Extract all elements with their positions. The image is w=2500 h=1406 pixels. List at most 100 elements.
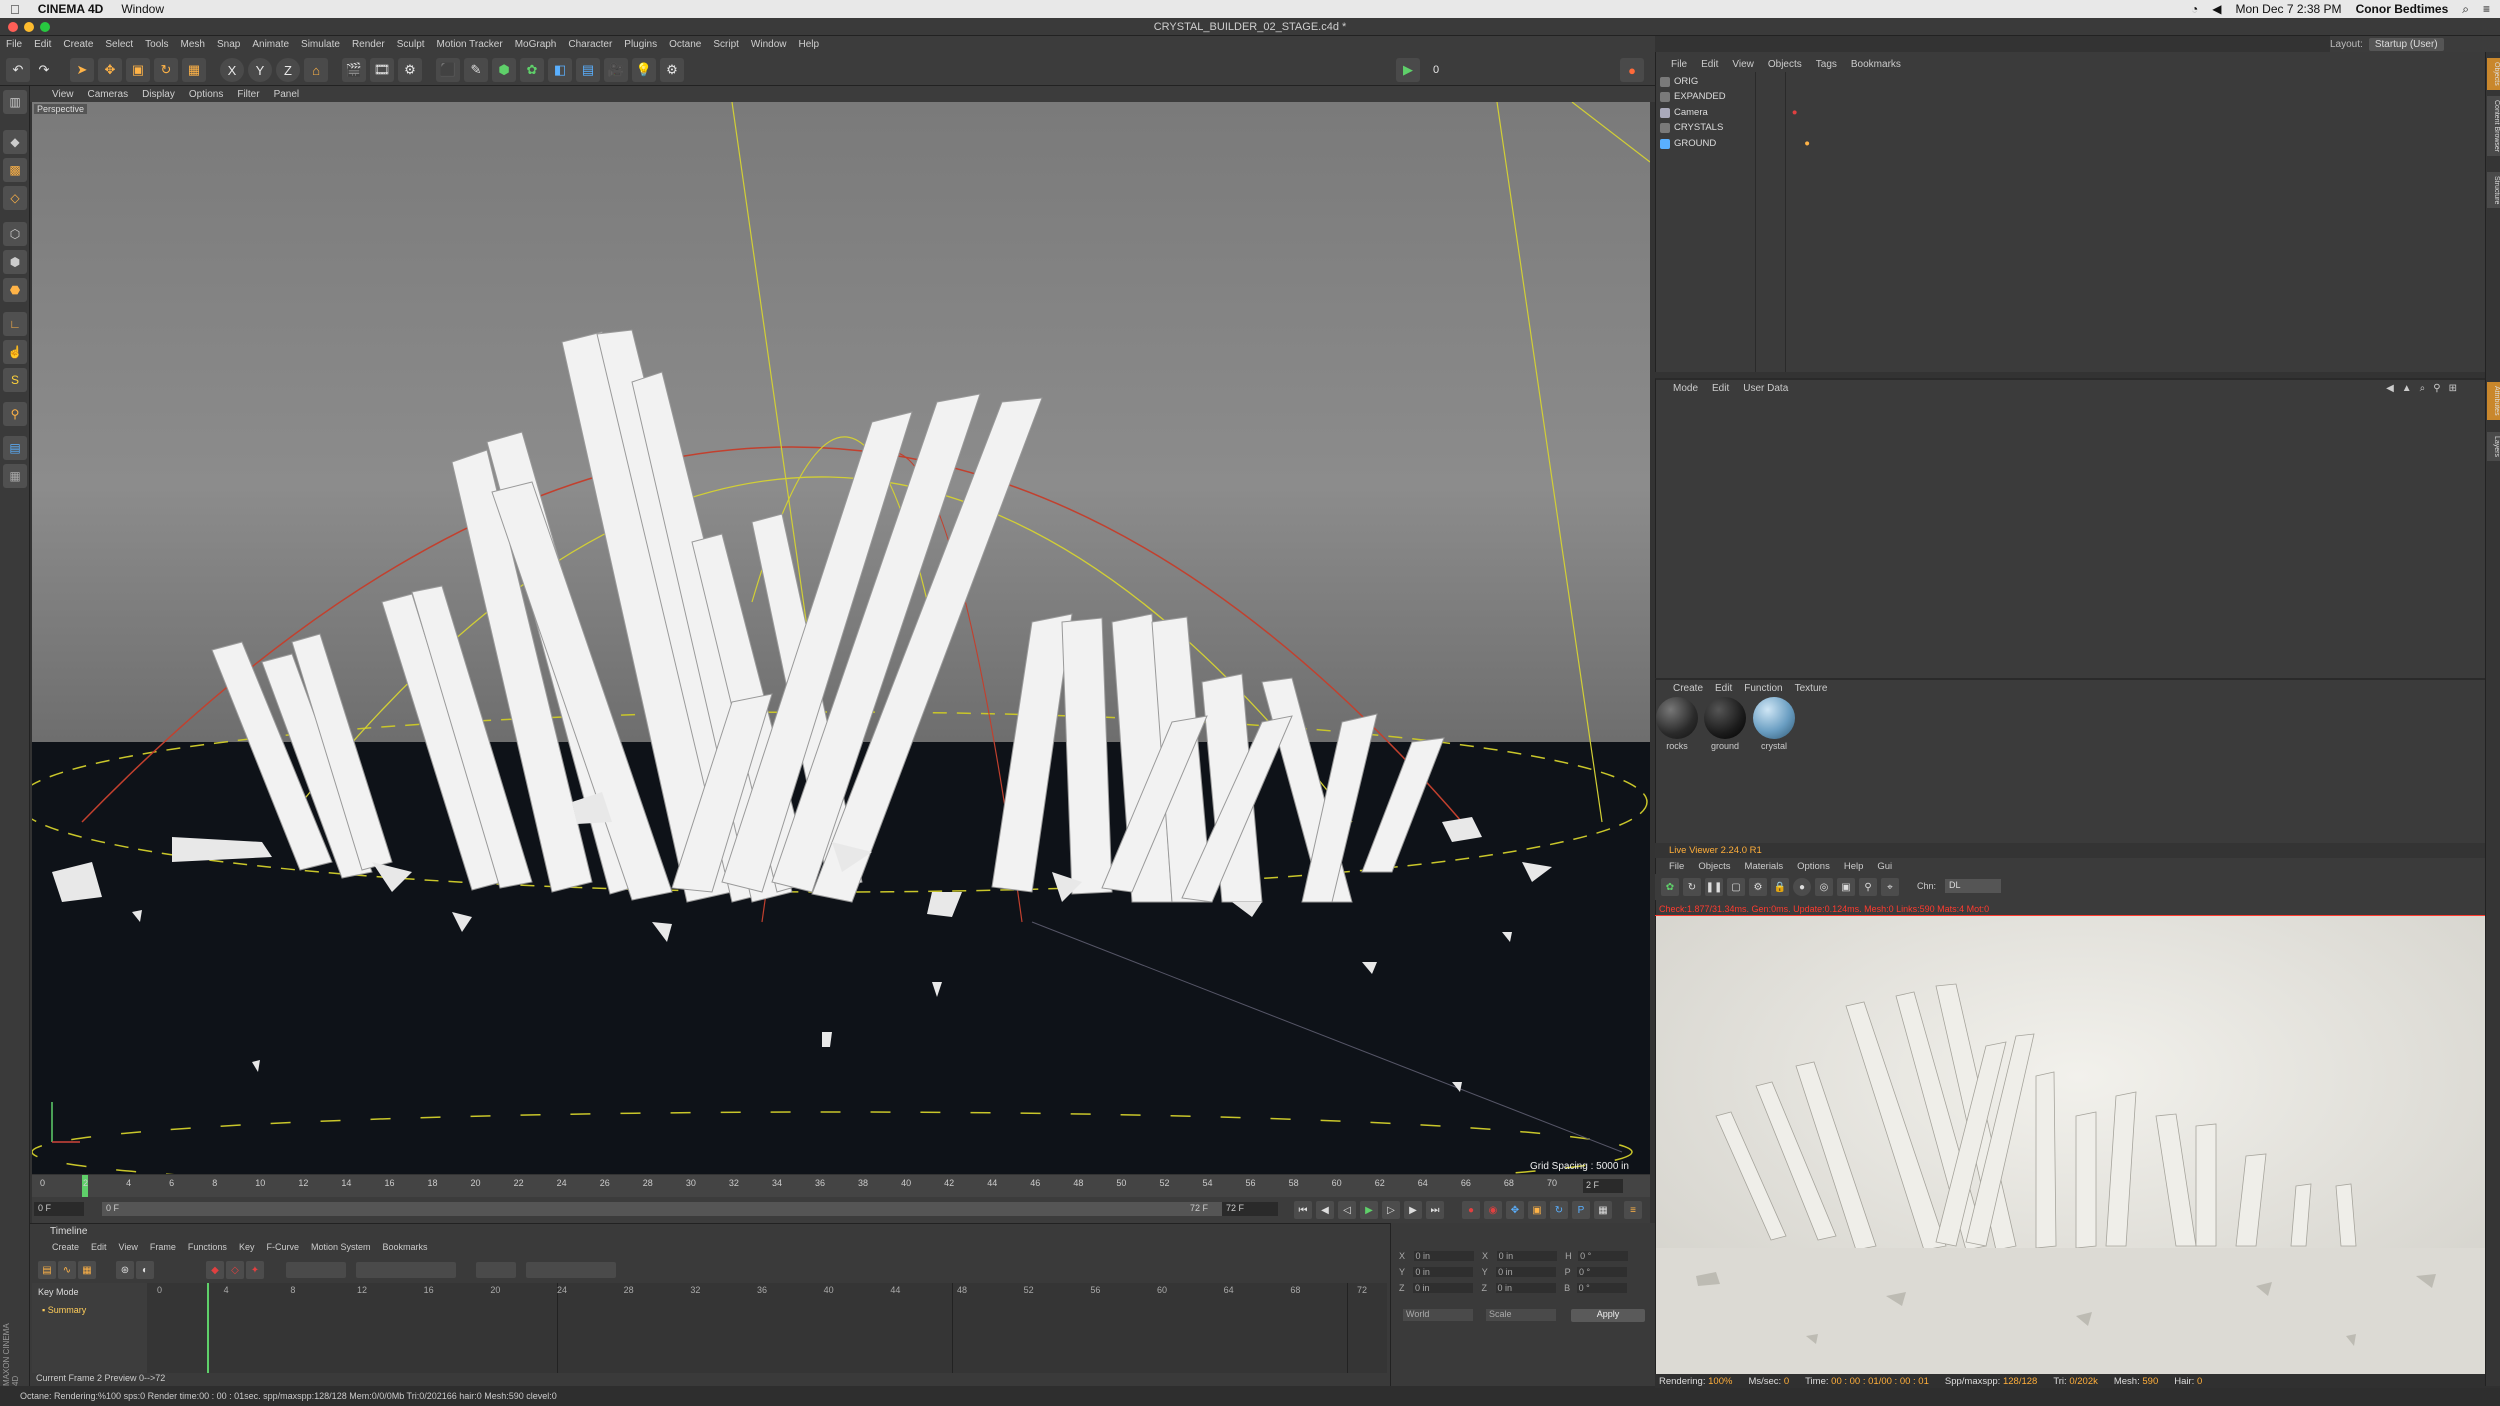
channel-dropdown[interactable]: DL	[1945, 879, 2001, 893]
mat-menu-create[interactable]: Create	[1673, 683, 1703, 694]
edges-mode-icon[interactable]: ⬢	[3, 250, 27, 274]
menu-create[interactable]: Create	[63, 39, 93, 50]
next-frame-icon[interactable]: ▷	[1382, 1201, 1400, 1219]
apply-button[interactable]: Apply	[1571, 1309, 1645, 1322]
coord-space-dropdown[interactable]: World	[1403, 1309, 1473, 1321]
previous-frame-icon[interactable]: ◁	[1338, 1201, 1356, 1219]
viewport-menu-options[interactable]: Options	[189, 89, 223, 100]
texture-mode-icon[interactable]: ▩	[3, 158, 27, 182]
app-menu[interactable]: CINEMA 4D	[38, 2, 104, 16]
current-frame-field[interactable]: 0 F	[34, 1202, 84, 1216]
menu-edit[interactable]: Edit	[34, 39, 51, 50]
deformer-icon[interactable]: ◧	[548, 58, 572, 82]
octane-live-viewer-icon[interactable]: ▶	[1396, 58, 1420, 82]
keyframe-selection-icon[interactable]: ✥	[1506, 1201, 1524, 1219]
size-x-field[interactable]: 0 in	[1496, 1251, 1557, 1261]
timeline-menu-functions[interactable]: Functions	[188, 1242, 227, 1252]
previous-key-icon[interactable]: ◀	[1316, 1201, 1334, 1219]
om-menu-tags[interactable]: Tags	[1816, 59, 1837, 70]
render-settings-icon[interactable]: ⚙	[398, 58, 422, 82]
link-view-icon[interactable]: ⊛	[116, 1261, 134, 1279]
menu-mesh[interactable]: Mesh	[181, 39, 205, 50]
fcurve-mode-icon[interactable]: ∿	[58, 1261, 76, 1279]
menu-tools[interactable]: Tools	[145, 39, 168, 50]
octane-settings-icon[interactable]: ⚙	[660, 58, 684, 82]
snap-keys-group[interactable]	[476, 1262, 516, 1278]
timeline-menu-fcurve[interactable]: F-Curve	[266, 1242, 299, 1252]
material-rocks[interactable]: rocks	[1655, 697, 1699, 753]
tab-attributes[interactable]: Attributes	[2487, 382, 2500, 420]
lv-restart-icon[interactable]: ↻	[1683, 878, 1701, 896]
timeline-key-area[interactable]: 0 4 8 12 16 20 24 28 32 36 40 44 48 52 56 60 64 68 72	[147, 1283, 1387, 1373]
axis-mode-icon[interactable]: ∟	[3, 312, 27, 336]
menu-mograph[interactable]: MoGraph	[515, 39, 557, 50]
attr-menu-user-data[interactable]: User Data	[1743, 383, 1788, 394]
clock[interactable]: Mon Dec 7 2:38 PM	[2236, 2, 2342, 16]
menu-octane[interactable]: Octane	[669, 39, 701, 50]
motion-mode-icon[interactable]: ▦	[78, 1261, 96, 1279]
minimize-window-button[interactable]	[24, 22, 34, 32]
render-active-icon[interactable]: ●	[1620, 58, 1644, 82]
spline-preset-group[interactable]	[286, 1262, 346, 1278]
planar-workplane-icon[interactable]: ▤	[3, 436, 27, 460]
layout-dropdown[interactable]: Startup (User)	[2368, 37, 2444, 51]
om-menu-objects[interactable]: Objects	[1768, 59, 1802, 70]
lv-pause-icon[interactable]: ❚❚	[1705, 878, 1723, 896]
material-ground[interactable]: ground	[1703, 697, 1747, 753]
frame-ruler[interactable]: 0 2 4 6 8 10 12 14 16 18 20 22 24 26 28 30 32 34 36 38 40 42 4…	[32, 1175, 1650, 1197]
3d-viewport[interactable]	[32, 102, 1650, 1174]
om-menu-edit[interactable]: Edit	[1701, 59, 1718, 70]
coordinate-system-icon[interactable]: ⌂	[304, 58, 328, 82]
viewport-menu-view[interactable]: View	[52, 89, 74, 100]
cloner-icon[interactable]: ✿	[520, 58, 544, 82]
live-selection-icon[interactable]: ➤	[70, 58, 94, 82]
lv-menu-file[interactable]: File	[1669, 861, 1684, 872]
object-row-orig[interactable]: ORIG	[1660, 74, 1860, 89]
mat-menu-texture[interactable]: Texture	[1795, 683, 1828, 694]
object-row-crystals[interactable]: CRYSTALS	[1660, 120, 1860, 135]
menu-select[interactable]: Select	[105, 39, 133, 50]
key-position-icon[interactable]: ▣	[1528, 1201, 1546, 1219]
menu-animate[interactable]: Animate	[252, 39, 289, 50]
x-axis-toggle[interactable]: X	[220, 58, 244, 82]
undo-icon[interactable]: ↶	[6, 58, 30, 82]
move-icon[interactable]: ✥	[98, 58, 122, 82]
timeline-menu-frame[interactable]: Frame	[150, 1242, 176, 1252]
timeline-menu-view[interactable]: View	[119, 1242, 138, 1252]
play-icon[interactable]: ▶	[1360, 1201, 1378, 1219]
cube-icon[interactable]: ⬛	[436, 58, 460, 82]
apple-icon[interactable]: 	[10, 2, 20, 17]
preview-range-slider[interactable]: 0 F	[102, 1202, 1222, 1216]
lv-save-icon[interactable]: ▣	[1837, 878, 1855, 896]
close-window-button[interactable]	[8, 22, 18, 32]
lv-settings-icon[interactable]: ⚙	[1749, 878, 1767, 896]
key-break-icon[interactable]: ✦	[246, 1261, 264, 1279]
frame-badge[interactable]: 0	[1424, 58, 1448, 82]
render-picture-viewer-icon[interactable]: 🎞	[370, 58, 394, 82]
key-rotation-icon[interactable]: ↻	[1550, 1201, 1568, 1219]
menu-character[interactable]: Character	[568, 39, 612, 50]
lv-lock-icon[interactable]: 🔒	[1771, 878, 1789, 896]
object-row-ground[interactable]: GROUND ●	[1660, 136, 1860, 151]
lv-menu-help[interactable]: Help	[1844, 861, 1864, 872]
menu-motion-tracker[interactable]: Motion Tracker	[437, 39, 503, 50]
redo-icon[interactable]: ↷	[32, 58, 56, 82]
rot-p-field[interactable]: 0 °	[1576, 1267, 1627, 1277]
om-menu-file[interactable]: File	[1671, 59, 1687, 70]
lv-pick-icon[interactable]: ⚲	[1859, 878, 1877, 896]
record-icon[interactable]: ●	[1462, 1201, 1480, 1219]
scheme-menu-icon[interactable]: ≡	[1624, 1201, 1642, 1219]
key-tangent-icon[interactable]: ◇	[226, 1261, 244, 1279]
coord-mode-dropdown[interactable]: Scale	[1486, 1309, 1556, 1321]
z-axis-toggle[interactable]: Z	[276, 58, 300, 82]
preview-end-field[interactable]: 72 F	[1152, 1202, 1212, 1216]
camera-icon[interactable]: 🎥	[604, 58, 628, 82]
size-z-field[interactable]: 0 in	[1495, 1283, 1556, 1293]
show-all-icon[interactable]: ◐	[136, 1261, 154, 1279]
tab-structure[interactable]: Structure	[2487, 172, 2500, 209]
attr-menu-mode[interactable]: Mode	[1673, 383, 1698, 394]
tab-content-browser[interactable]: Content Browser	[2487, 96, 2500, 157]
attr-menu-edit[interactable]: Edit	[1712, 383, 1729, 394]
menu-file[interactable]: File	[6, 39, 22, 50]
key-reduction-group[interactable]	[526, 1262, 616, 1278]
